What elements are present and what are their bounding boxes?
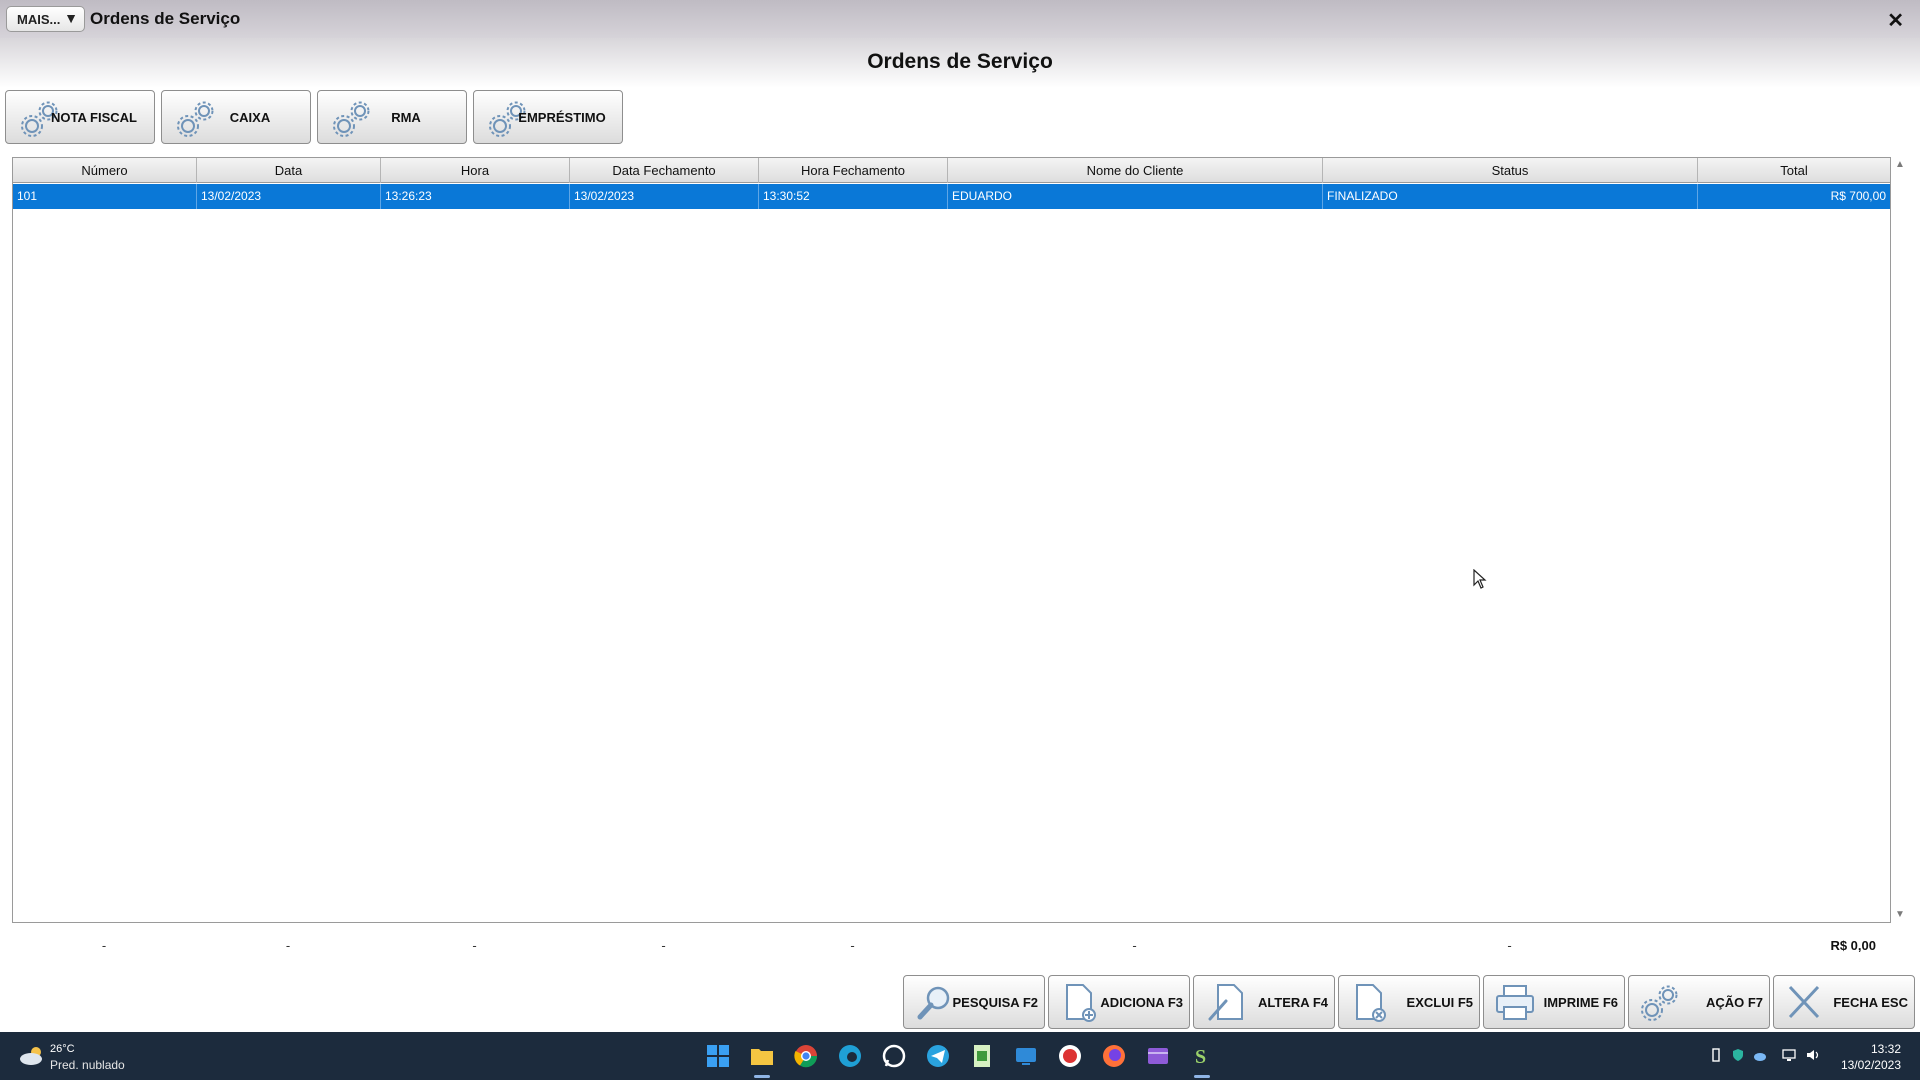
file-explorer-icon[interactable] <box>749 1043 775 1069</box>
cell-data-fechamento: 13/02/2023 <box>570 184 759 209</box>
edit-document-icon <box>1208 984 1243 1021</box>
acao-button[interactable]: AÇÃO F7 <box>1628 975 1770 1029</box>
table-header: Número Data Hora Data Fechamento Hora Fe… <box>13 158 1890 183</box>
altera-button[interactable]: ALTERA F4 <box>1193 975 1335 1029</box>
mouse-cursor-icon <box>1473 569 1487 589</box>
magnifier-icon <box>917 986 950 1020</box>
more-button-label: MAIS... <box>17 11 61 27</box>
orders-table[interactable]: Número Data Hora Data Fechamento Hora Fe… <box>12 157 1891 923</box>
column-header-nome-cliente[interactable]: Nome do Cliente <box>948 158 1323 183</box>
exclui-label: EXCLUI F5 <box>1406 994 1473 1010</box>
gear-icon <box>177 101 214 137</box>
chevron-down-icon: ▼ <box>64 10 78 26</box>
network-icon[interactable] <box>1782 1048 1796 1062</box>
window-close-icon[interactable]: ✕ <box>1887 8 1904 33</box>
cloud-sync-icon[interactable] <box>1753 1048 1767 1062</box>
edge-icon[interactable] <box>837 1043 863 1069</box>
weather-description[interactable]: Pred. nublado <box>50 1058 125 1072</box>
nota-fiscal-label: NOTA FISCAL <box>51 109 137 125</box>
cloud-icon <box>20 1047 42 1065</box>
acao-label: AÇÃO F7 <box>1705 994 1763 1010</box>
table-row[interactable]: 101 13/02/2023 13:26:23 13/02/2023 13:30… <box>13 184 1890 209</box>
footer-total: R$ 0,00 <box>1830 938 1876 953</box>
adiciona-label: ADICIONA F3 <box>1100 994 1183 1010</box>
cell-data: 13/02/2023 <box>197 184 381 209</box>
cell-numero: 101 <box>13 184 197 209</box>
caixa-label: CAIXA <box>229 109 271 125</box>
telegram-icon[interactable] <box>925 1043 951 1069</box>
battery-icon[interactable] <box>1709 1048 1723 1062</box>
footer-cell-data-fechamento: - <box>661 938 666 953</box>
cell-total: R$ 700,00 <box>1830 189 1886 203</box>
svg-text:S: S <box>1195 1046 1206 1068</box>
add-document-icon <box>1066 984 1096 1022</box>
column-header-status[interactable]: Status <box>1323 158 1698 183</box>
windows-start-icon[interactable] <box>705 1043 731 1069</box>
footer-cell-hora: - <box>472 938 477 953</box>
column-header-hora-fechamento[interactable]: Hora Fechamento <box>759 158 948 183</box>
gear-icon <box>333 101 370 137</box>
clock-date[interactable]: 13/02/2023 <box>1841 1058 1901 1072</box>
printer-icon <box>1496 985 1534 1020</box>
delete-document-icon <box>1356 984 1386 1022</box>
rma-button[interactable]: RMA <box>317 90 467 144</box>
weather-temperature[interactable]: 26°C <box>50 1043 75 1055</box>
footer-cell-hora-fechamento: - <box>850 938 855 953</box>
column-header-data-fechamento[interactable]: Data Fechamento <box>570 158 759 183</box>
close-icon <box>1788 985 1820 1019</box>
clock-time[interactable]: 13:32 <box>1871 1042 1901 1056</box>
column-header-hora[interactable]: Hora <box>381 158 570 183</box>
shield-icon[interactable] <box>1731 1048 1745 1062</box>
taskbar-active-indicator <box>1194 1075 1210 1078</box>
scroll-up-icon[interactable]: ▲ <box>1895 159 1905 170</box>
erp-app-icon[interactable]: S <box>1189 1043 1215 1069</box>
cell-nome-cliente: EDUARDO <box>948 184 1323 209</box>
title-bar: MAIS... ▼ Ordens de Serviço ✕ <box>0 0 1920 38</box>
antivirus-icon[interactable] <box>1057 1043 1083 1069</box>
pesquisa-button[interactable]: PESQUISA F2 <box>903 975 1045 1029</box>
video-editor-icon[interactable] <box>1145 1043 1171 1069</box>
imprime-button[interactable]: IMPRIME F6 <box>1483 975 1625 1029</box>
rma-label: RMA <box>391 109 421 125</box>
gear-icon <box>1641 985 1678 1021</box>
fecha-button[interactable]: FECHA ESC <box>1773 975 1915 1029</box>
vertical-scrollbar[interactable]: ▲ ▼ <box>1892 157 1908 923</box>
footer-cell-numero: - <box>101 938 107 953</box>
fecha-label: FECHA ESC <box>1833 994 1908 1010</box>
page-title: Ordens de Serviço <box>867 50 1053 73</box>
footer-cell-status: - <box>1507 938 1512 953</box>
column-header-total[interactable]: Total <box>1698 158 1890 183</box>
adiciona-button[interactable]: ADICIONA F3 <box>1048 975 1190 1029</box>
remote-desktop-icon[interactable] <box>1013 1043 1039 1069</box>
footer-cell-data: - <box>285 938 291 953</box>
whatsapp-icon[interactable] <box>881 1043 907 1069</box>
cell-status: FINALIZADO <box>1323 184 1698 209</box>
nota-fiscal-button[interactable]: NOTA FISCAL <box>5 90 155 144</box>
caixa-button[interactable]: CAIXA <box>161 90 311 144</box>
altera-label: ALTERA F4 <box>1257 994 1328 1010</box>
taskbar: 26°C Pred. nublado S 13:32 13/02/2023 <box>0 1032 1920 1080</box>
firefox-icon[interactable] <box>1101 1043 1127 1069</box>
emprestimo-button[interactable]: EMPRÉSTIMO <box>473 90 623 144</box>
taskbar-active-indicator <box>754 1075 770 1078</box>
chrome-icon[interactable] <box>793 1043 819 1069</box>
imprime-label: IMPRIME F6 <box>1543 994 1618 1010</box>
emprestimo-label: EMPRÉSTIMO <box>518 109 606 125</box>
spreadsheet-icon[interactable] <box>969 1043 995 1069</box>
scroll-down-icon[interactable]: ▼ <box>1895 909 1905 920</box>
footer-cell-nome-cliente: - <box>1132 938 1137 953</box>
column-header-data[interactable]: Data <box>197 158 381 183</box>
cell-hora-fechamento: 13:30:52 <box>759 184 948 209</box>
volume-icon[interactable] <box>1806 1048 1820 1062</box>
column-header-numero[interactable]: Número <box>13 158 197 183</box>
more-dropdown-button[interactable]: MAIS... ▼ <box>6 6 85 32</box>
pesquisa-label: PESQUISA F2 <box>952 994 1038 1010</box>
window-title: Ordens de Serviço <box>90 9 241 28</box>
cell-hora: 13:26:23 <box>381 184 570 209</box>
exclui-button[interactable]: EXCLUI F5 <box>1338 975 1480 1029</box>
